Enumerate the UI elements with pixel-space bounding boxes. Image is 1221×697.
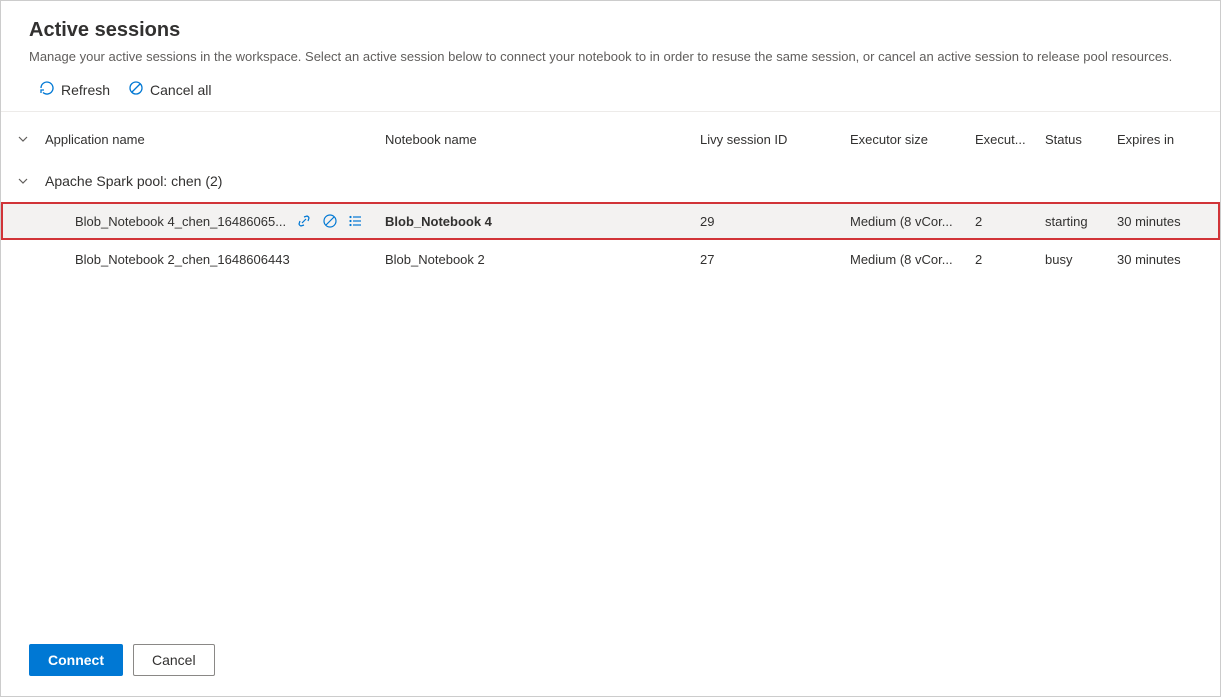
cancel-all-button[interactable]: Cancel all bbox=[128, 78, 211, 101]
toolbar: Refresh Cancel all bbox=[1, 66, 1220, 112]
cell-livy-id: 29 bbox=[700, 214, 850, 229]
cell-executors: 2 bbox=[975, 214, 1045, 229]
table-group-row[interactable]: Apache Spark pool: chen (2) bbox=[1, 160, 1220, 202]
col-header-notebook-name[interactable]: Notebook name bbox=[385, 132, 700, 147]
active-sessions-panel: Active sessions Manage your active sessi… bbox=[0, 0, 1221, 697]
cancel-session-icon[interactable] bbox=[322, 213, 338, 229]
cancel-icon bbox=[128, 80, 144, 99]
sessions-table: Application name Notebook name Livy sess… bbox=[1, 112, 1220, 628]
expand-all-toggle[interactable] bbox=[1, 132, 45, 146]
col-header-executor-size[interactable]: Executor size bbox=[850, 132, 975, 147]
table-header-row: Application name Notebook name Livy sess… bbox=[1, 112, 1220, 160]
table-row[interactable]: Blob_Notebook 2_chen_1648606443 Blob_Not… bbox=[1, 240, 1220, 278]
col-header-status[interactable]: Status bbox=[1045, 132, 1117, 147]
col-header-app-name[interactable]: Application name bbox=[45, 132, 385, 147]
col-header-executors[interactable]: Execut... bbox=[975, 132, 1045, 147]
cell-expires: 30 minutes bbox=[1117, 214, 1207, 229]
cell-status: busy bbox=[1045, 252, 1117, 267]
group-expand-toggle[interactable] bbox=[1, 174, 45, 188]
cell-executor-size: Medium (8 vCor... bbox=[850, 214, 975, 229]
cancel-all-label: Cancel all bbox=[150, 82, 211, 98]
cell-expires: 30 minutes bbox=[1117, 252, 1207, 267]
refresh-label: Refresh bbox=[61, 82, 110, 98]
group-label: Apache Spark pool: chen (2) bbox=[45, 173, 1220, 189]
cell-livy-id: 27 bbox=[700, 252, 850, 267]
list-icon[interactable] bbox=[348, 213, 364, 229]
cell-executor-size: Medium (8 vCor... bbox=[850, 252, 975, 267]
cell-notebook-name: Blob_Notebook 2 bbox=[385, 252, 700, 267]
cell-app-name: Blob_Notebook 2_chen_1648606443 bbox=[75, 252, 290, 267]
cell-status: starting bbox=[1045, 214, 1117, 229]
cell-executors: 2 bbox=[975, 252, 1045, 267]
table-row[interactable]: Blob_Notebook 4_chen_16486065... bbox=[1, 202, 1220, 240]
cell-notebook-name: Blob_Notebook 4 bbox=[385, 214, 700, 229]
connect-icon[interactable] bbox=[296, 213, 312, 229]
refresh-icon bbox=[39, 80, 55, 99]
panel-header: Active sessions Manage your active sessi… bbox=[1, 1, 1220, 66]
connect-button[interactable]: Connect bbox=[29, 644, 123, 676]
panel-footer: Connect Cancel bbox=[1, 628, 1220, 696]
cancel-button[interactable]: Cancel bbox=[133, 644, 215, 676]
page-title: Active sessions bbox=[29, 19, 1192, 42]
col-header-livy-id[interactable]: Livy session ID bbox=[700, 132, 850, 147]
refresh-button[interactable]: Refresh bbox=[39, 78, 110, 101]
col-header-expires[interactable]: Expires in bbox=[1117, 132, 1207, 147]
cell-app-name: Blob_Notebook 4_chen_16486065... bbox=[75, 214, 286, 229]
page-subtitle: Manage your active sessions in the works… bbox=[29, 48, 1192, 66]
